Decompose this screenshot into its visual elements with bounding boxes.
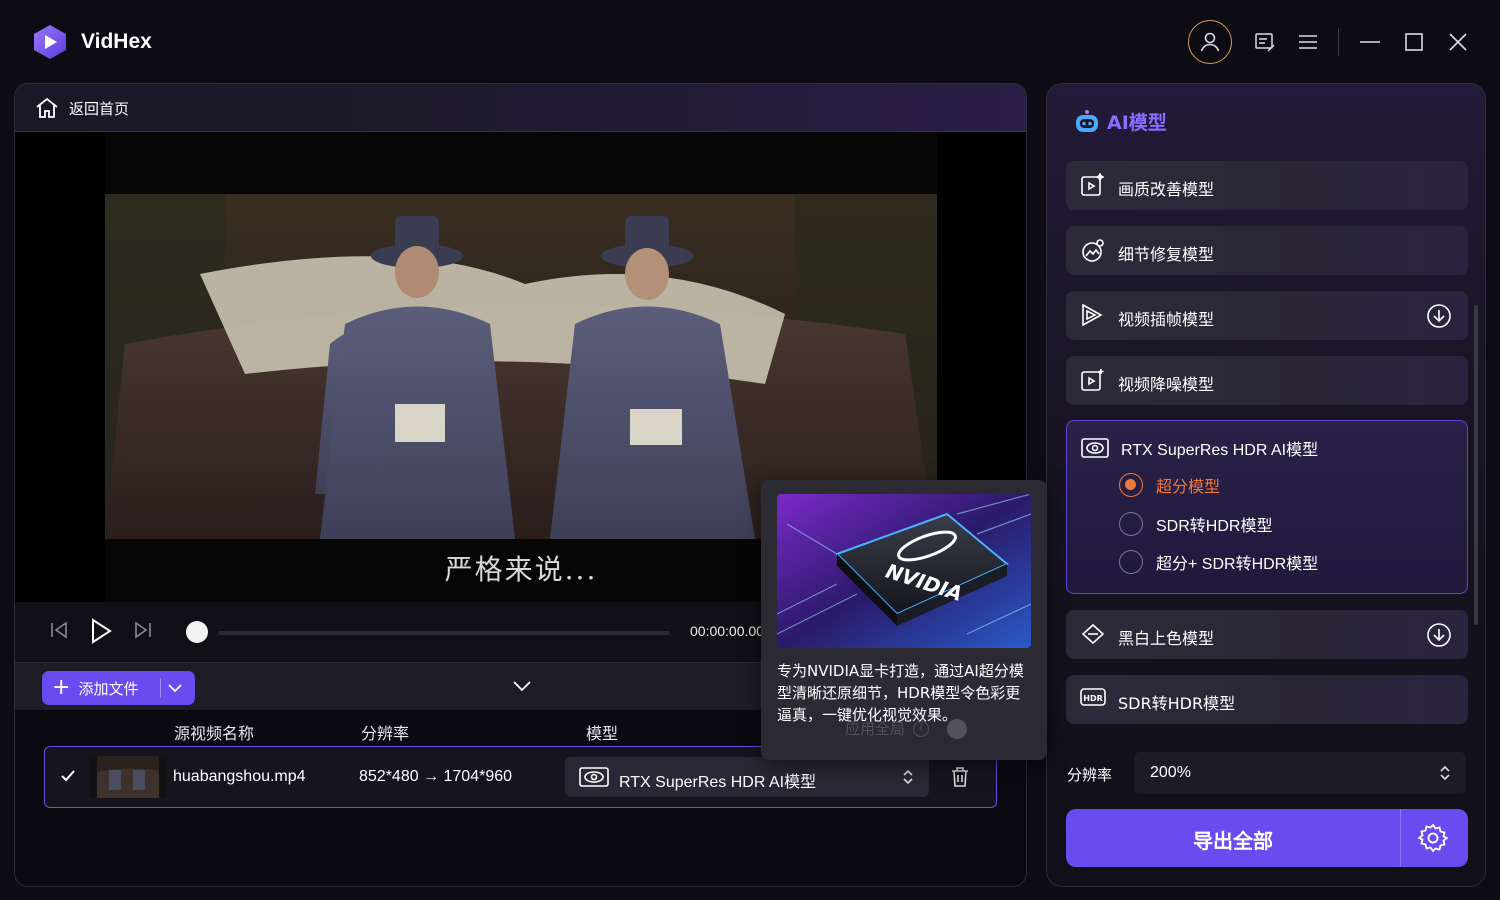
play-icon[interactable] — [90, 618, 112, 644]
download-icon[interactable] — [1426, 303, 1452, 329]
frame-interp-icon — [1082, 303, 1103, 327]
add-file-divider — [160, 678, 161, 698]
feedback-icon — [1255, 33, 1275, 52]
model-item-label: 视频插帧模型 — [1118, 310, 1215, 329]
apply-all-label: 应用全局 — [845, 720, 906, 738]
rtx-model-label: RTX SuperRes HDR AI模型 — [1121, 442, 1319, 459]
model-item-frame-interp[interactable]: 视频插帧模型 — [1066, 291, 1468, 340]
add-file-button[interactable]: + 添加文件 — [42, 671, 195, 705]
home-icon — [36, 97, 58, 118]
titlebar-divider — [1338, 28, 1339, 56]
checkmark-icon[interactable] — [59, 767, 77, 785]
export-all-label: 导出全部 — [1193, 829, 1273, 853]
close-icon — [1449, 33, 1467, 51]
radio-selected-icon — [1119, 473, 1143, 497]
next-frame-icon[interactable] — [133, 620, 153, 640]
minimize-button[interactable] — [1348, 20, 1392, 64]
playback-time: 00:00:00.00 — [690, 623, 764, 639]
collapse-chevron-icon[interactable] — [511, 675, 533, 697]
ai-model-title: AI模型 — [1073, 108, 1167, 135]
nvidia-eye-icon — [1081, 438, 1109, 458]
menu-button[interactable] — [1286, 20, 1330, 64]
hdr-icon: HDR — [1080, 688, 1106, 706]
rtx-option-sdr-hdr[interactable]: SDR转HDR模型 — [1119, 512, 1272, 536]
rtx-option-label: 超分+ SDR转HDR模型 — [1156, 556, 1319, 573]
updown-chevron-icon — [1440, 765, 1450, 781]
colorize-icon — [1081, 623, 1105, 645]
rtx-option-superres[interactable]: 超分模型 — [1119, 473, 1220, 497]
info-icon: i — [913, 720, 930, 737]
ai-model-title-text: AI模型 — [1107, 112, 1167, 134]
apply-all-toggle: 应用全局 i — [845, 718, 968, 739]
maximize-button[interactable] — [1392, 20, 1436, 64]
export-all-button[interactable]: 导出全部 — [1066, 809, 1468, 867]
trash-icon[interactable] — [950, 766, 970, 788]
maximize-icon — [1405, 33, 1423, 51]
nvidia-chip-image: NVIDIA — [777, 494, 1031, 648]
workspace-header: 返回首页 — [15, 84, 1026, 132]
model-item-sdr-hdr[interactable]: HDR SDR转HDR模型 — [1066, 675, 1468, 724]
model-item-colorize[interactable]: 黑白上色模型 — [1066, 610, 1468, 659]
close-button[interactable] — [1436, 20, 1480, 64]
enhance-icon — [1081, 173, 1104, 196]
feedback-button[interactable] — [1243, 20, 1287, 64]
svg-text:HDR: HDR — [1083, 694, 1103, 703]
back-home-button[interactable]: 返回首页 — [35, 97, 129, 119]
column-header-name: 源视频名称 — [174, 724, 255, 743]
resolution-select[interactable]: 200% — [1134, 752, 1466, 794]
plus-icon: + — [52, 675, 71, 700]
hamburger-icon — [1299, 35, 1317, 49]
resolution-value: 200% — [1150, 764, 1191, 781]
model-item-enhance[interactable]: 画质改善模型 — [1066, 161, 1468, 210]
rtx-option-label: 超分模型 — [1156, 479, 1221, 496]
column-header-resolution: 分辨率 — [361, 724, 410, 743]
model-item-label: 细节修复模型 — [1118, 245, 1215, 264]
model-item-label: SDR转HDR模型 — [1118, 694, 1236, 713]
row-model-select[interactable]: RTX SuperRes HDR AI模型 — [565, 757, 929, 797]
minimize-icon — [1360, 41, 1380, 43]
file-resolution: 852*480 → 1704*960 — [359, 768, 513, 785]
download-icon[interactable] — [1426, 622, 1452, 648]
previous-frame-icon[interactable] — [49, 620, 69, 640]
radio-unselected-icon — [1119, 512, 1143, 536]
back-home-label: 返回首页 — [69, 99, 130, 118]
ai-model-panel: AI模型 画质改善模型 细节修复模型 视频插帧模型 视频降噪模型 RTX Sup… — [1046, 83, 1486, 887]
video-thumbnail — [89, 756, 167, 798]
rtx-model-tooltip: NVIDIA 专为NVIDIA显卡打造，通过AI超分模型清晰还原细节，HDR模型… — [761, 480, 1047, 760]
progress-track[interactable] — [218, 631, 670, 635]
detail-icon — [1082, 239, 1104, 262]
apply-all-switch — [947, 718, 968, 739]
tooltip-description: 专为NVIDIA显卡打造，通过AI超分模型清晰还原细节，HDR模型令色彩更逼真，… — [777, 662, 1024, 724]
progress-knob[interactable] — [186, 621, 208, 643]
radio-unselected-icon — [1119, 550, 1143, 574]
column-header-model: 模型 — [586, 724, 619, 743]
model-item-denoise[interactable]: 视频降噪模型 — [1066, 356, 1468, 405]
file-name: huabangshou.mp4 — [173, 768, 306, 785]
model-item-label: 视频降噪模型 — [1118, 375, 1215, 394]
chevron-down-icon[interactable] — [166, 679, 184, 697]
user-account-button[interactable] — [1188, 20, 1232, 64]
user-icon — [1200, 32, 1220, 52]
app-name: VidHex — [81, 30, 152, 53]
updown-chevron-icon — [903, 769, 913, 785]
model-item-label: 黑白上色模型 — [1118, 629, 1215, 648]
row-model-value: RTX SuperRes HDR AI模型 — [619, 774, 817, 791]
rtx-model-header[interactable]: RTX SuperRes HDR AI模型 — [1081, 436, 1318, 460]
app-logo-icon — [34, 25, 66, 59]
rtx-option-label: SDR转HDR模型 — [1156, 518, 1273, 535]
nvidia-eye-icon — [579, 767, 609, 787]
title-bar: VidHex — [0, 0, 1500, 84]
denoise-icon — [1081, 369, 1104, 391]
model-list-scrollbar[interactable] — [1474, 305, 1478, 625]
model-item-label: 画质改善模型 — [1118, 180, 1215, 199]
add-file-label: 添加文件 — [78, 679, 139, 698]
model-item-detail[interactable]: 细节修复模型 — [1066, 226, 1468, 275]
export-divider — [1400, 809, 1401, 867]
ai-robot-icon — [1076, 109, 1098, 132]
rtx-option-superres-sdr-hdr[interactable]: 超分+ SDR转HDR模型 — [1119, 550, 1318, 574]
resolution-label: 分辨率 — [1067, 766, 1113, 784]
rtx-model-group: RTX SuperRes HDR AI模型 超分模型 SDR转HDR模型 超分+… — [1066, 420, 1468, 594]
gear-icon[interactable] — [1418, 823, 1448, 853]
